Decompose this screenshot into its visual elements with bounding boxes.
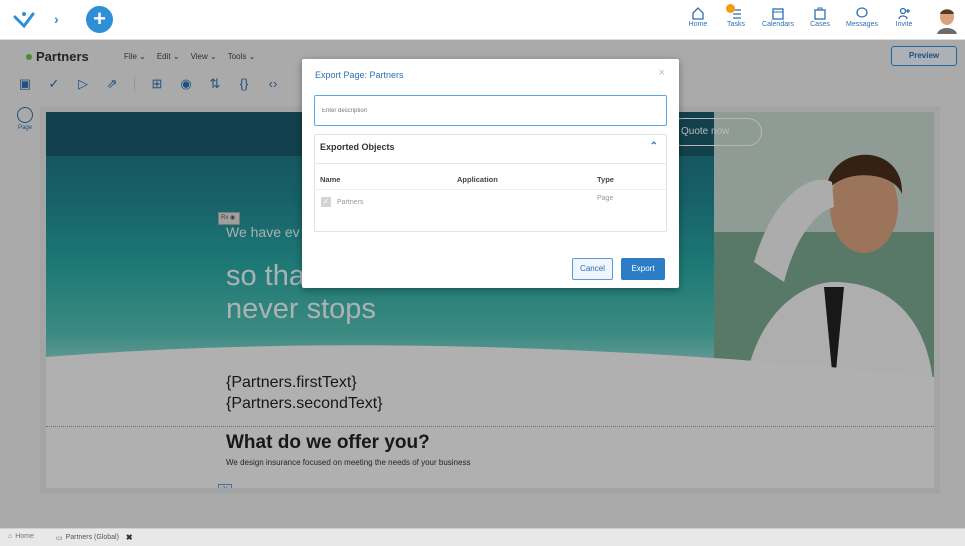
calendar-icon — [772, 8, 784, 20]
nav-invite[interactable]: Invite — [885, 4, 923, 28]
close-icon[interactable]: × — [659, 67, 665, 79]
column-header-application: Application — [457, 175, 498, 184]
tab-partners[interactable]: ▭ Partners (Global) ✖ — [56, 533, 133, 542]
messages-icon — [856, 7, 868, 18]
tab-partners-label: Partners (Global) — [65, 534, 119, 541]
export-dialog: Export Page: Partners × Exported Objects… — [302, 59, 679, 288]
nav-messages[interactable]: Messages — [839, 4, 885, 28]
nav-messages-label: Messages — [846, 21, 878, 28]
tasks-badge — [726, 4, 735, 13]
nav-tasks[interactable]: Tasks — [717, 4, 755, 28]
nav-home-label: Home — [688, 21, 708, 28]
nav-calendars[interactable]: Calendars — [755, 4, 801, 28]
home-icon: ⌂ — [8, 533, 13, 540]
nav-cases[interactable]: Cases — [801, 4, 839, 28]
chevron-up-icon[interactable]: ⌃ — [650, 141, 658, 152]
column-header-name: Name — [320, 175, 341, 184]
header-divider — [315, 189, 666, 190]
chevron-right-icon[interactable]: › — [54, 11, 59, 27]
page-icon: ▭ — [56, 534, 63, 542]
top-bar: › + Home Tasks Calendars Cases Messages … — [0, 0, 965, 40]
nav-home[interactable]: Home — [679, 4, 717, 28]
nav-calendars-label: Calendars — [762, 21, 794, 28]
cases-icon — [814, 7, 826, 20]
nav-cases-label: Cases — [810, 21, 830, 28]
column-header-type: Type — [597, 175, 614, 184]
top-nav: Home Tasks Calendars Cases Messages Invi… — [679, 4, 923, 28]
new-button[interactable]: + — [86, 6, 113, 33]
nav-tasks-label: Tasks — [727, 21, 745, 28]
invite-icon — [898, 7, 910, 20]
close-icon[interactable]: ✖ — [126, 533, 133, 542]
export-button[interactable]: Export — [621, 258, 665, 280]
home-icon — [692, 7, 704, 20]
exported-objects-title: Exported Objects — [320, 142, 395, 152]
panel-divider — [315, 163, 666, 164]
tab-home[interactable]: ⌂ Home — [8, 533, 34, 540]
user-avatar[interactable] — [935, 6, 959, 34]
tab-home-label: Home — [15, 533, 34, 540]
cell-name: Partners — [337, 199, 364, 206]
app-logo-icon[interactable] — [12, 8, 36, 32]
row-checkbox[interactable]: ✓ — [321, 197, 331, 207]
dialog-title: Export Page: Partners — [315, 70, 404, 80]
bottom-tab-bar: ⌂ Home ▭ Partners (Global) ✖ — [0, 528, 965, 546]
description-input[interactable] — [314, 95, 667, 126]
cell-type: Page — [597, 195, 614, 202]
exported-objects-panel: Exported Objects ⌃ Name Application Type… — [314, 134, 667, 232]
nav-invite-label: Invite — [895, 21, 913, 28]
cancel-button[interactable]: Cancel — [572, 258, 613, 280]
